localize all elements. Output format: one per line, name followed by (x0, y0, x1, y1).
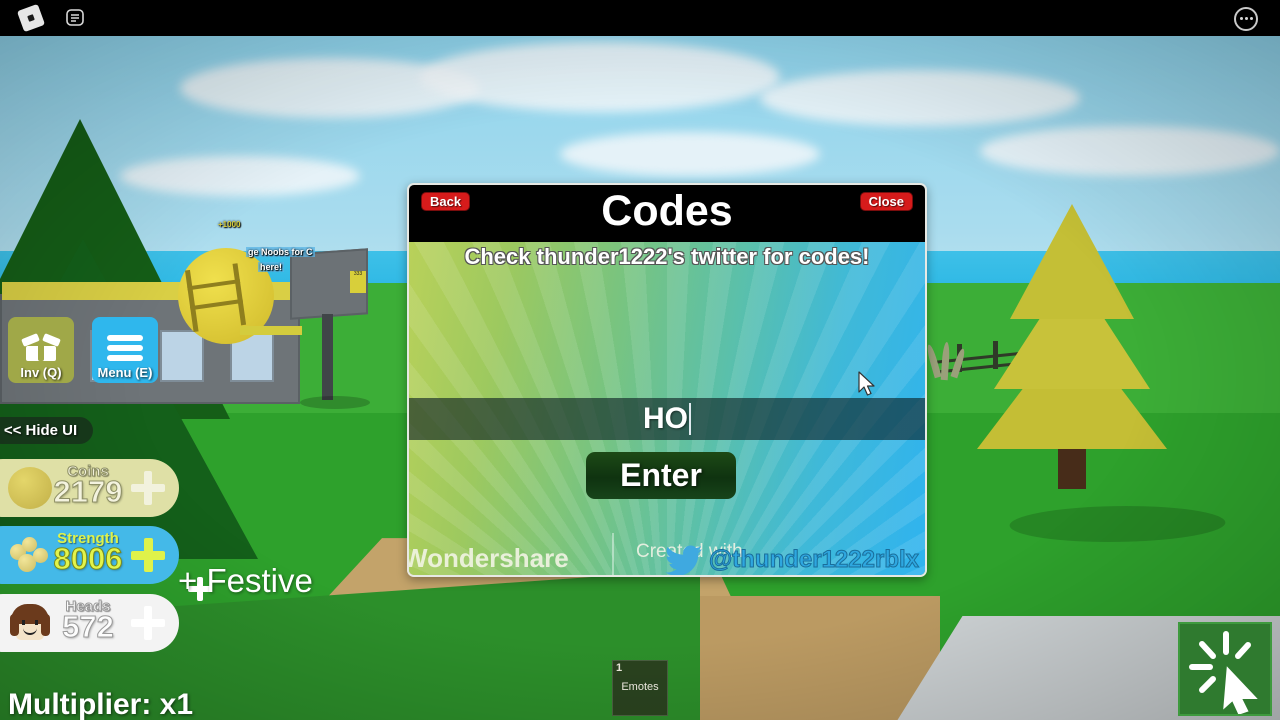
hide-ui-label: << Hide UI (3, 422, 78, 439)
roblox-topbar (0, 0, 1280, 36)
menu-button[interactable]: Menu (E) (92, 317, 158, 383)
hotbar-slot-label: Emotes (621, 681, 659, 693)
sign-shadow (300, 396, 370, 409)
close-button[interactable]: Close (859, 192, 913, 211)
game-screen: ge Noobs for C here! +1000 333 Inv (Q) M… (0, 0, 1280, 720)
cloud (980, 126, 1280, 176)
twitter-handle-overlay: @thunder1222rblx (665, 545, 920, 575)
world-sign-text-line2: here! (258, 262, 285, 272)
click-cursor-icon (1189, 631, 1263, 718)
stat-heads[interactable]: Heads 572 (0, 594, 179, 652)
open-box-icon (21, 333, 61, 363)
ladder (181, 261, 259, 333)
enter-button-label: Enter (620, 457, 702, 493)
festive-label: + Festive (178, 562, 313, 599)
code-input[interactable]: HO (409, 398, 925, 440)
stat-coins-plus-icon[interactable] (131, 471, 165, 505)
text-caret (689, 403, 691, 435)
multiplier-label: Multiplier: x1 (8, 688, 194, 720)
filmora-brand-line1: Wondershare (407, 542, 569, 573)
stat-coins-value: 2179 (53, 474, 123, 509)
codes-dialog: Back Codes Close Check thunder1222's twi… (407, 183, 927, 577)
more-options-icon[interactable] (1234, 7, 1258, 31)
hotbar-slot-number: 1 (616, 662, 623, 674)
world-floating-number: +1000 (218, 220, 241, 229)
codes-dialog-subtitle: Check thunder1222's twitter for codes! (464, 244, 870, 269)
cloud (420, 42, 780, 112)
chat-icon[interactable] (64, 7, 86, 29)
click-cursor-button[interactable] (1178, 622, 1272, 718)
cloud (760, 70, 1080, 126)
codes-dialog-title: Codes (601, 187, 733, 235)
codes-dialog-body: Check thunder1222's twitter for codes! H… (407, 242, 925, 575)
world-sign-text-line1: ge Noobs for C (246, 247, 315, 257)
stat-strength-value: 8006 (53, 541, 123, 576)
stat-heads-plus-icon[interactable] (131, 606, 165, 640)
stat-strength-plus-icon[interactable] (131, 538, 165, 572)
stat-heads-value: 572 (62, 609, 115, 644)
twitter-handle-text: @thunder1222rblx (708, 546, 919, 574)
hide-ui-button[interactable]: << Hide UI (0, 417, 93, 444)
hamburger-icon (107, 335, 143, 361)
hotbar-slot-emotes[interactable]: 1 Emotes (612, 660, 668, 716)
codes-dialog-titlebar: Back Codes Close (409, 185, 925, 242)
twitter-bird-icon (665, 545, 703, 575)
menu-button-label: Menu (E) (97, 365, 153, 380)
yellow-block (240, 326, 302, 335)
sign-post (322, 314, 333, 400)
world-yellow-sign: 333 (350, 271, 366, 293)
watermark-divider (612, 533, 614, 575)
inventory-button-label: Inv (Q) (20, 365, 62, 380)
code-input-value: HO (643, 402, 688, 435)
stat-coins[interactable]: Coins 2179 (0, 459, 179, 517)
filmora-brand: Wondershare Filmora (407, 542, 608, 575)
enter-button[interactable]: Enter (586, 452, 736, 499)
stat-strength[interactable]: Strength 8006 (0, 526, 179, 584)
cloud (560, 132, 820, 176)
inventory-button[interactable]: Inv (Q) (8, 317, 74, 383)
roblox-logo-icon[interactable] (16, 3, 46, 33)
